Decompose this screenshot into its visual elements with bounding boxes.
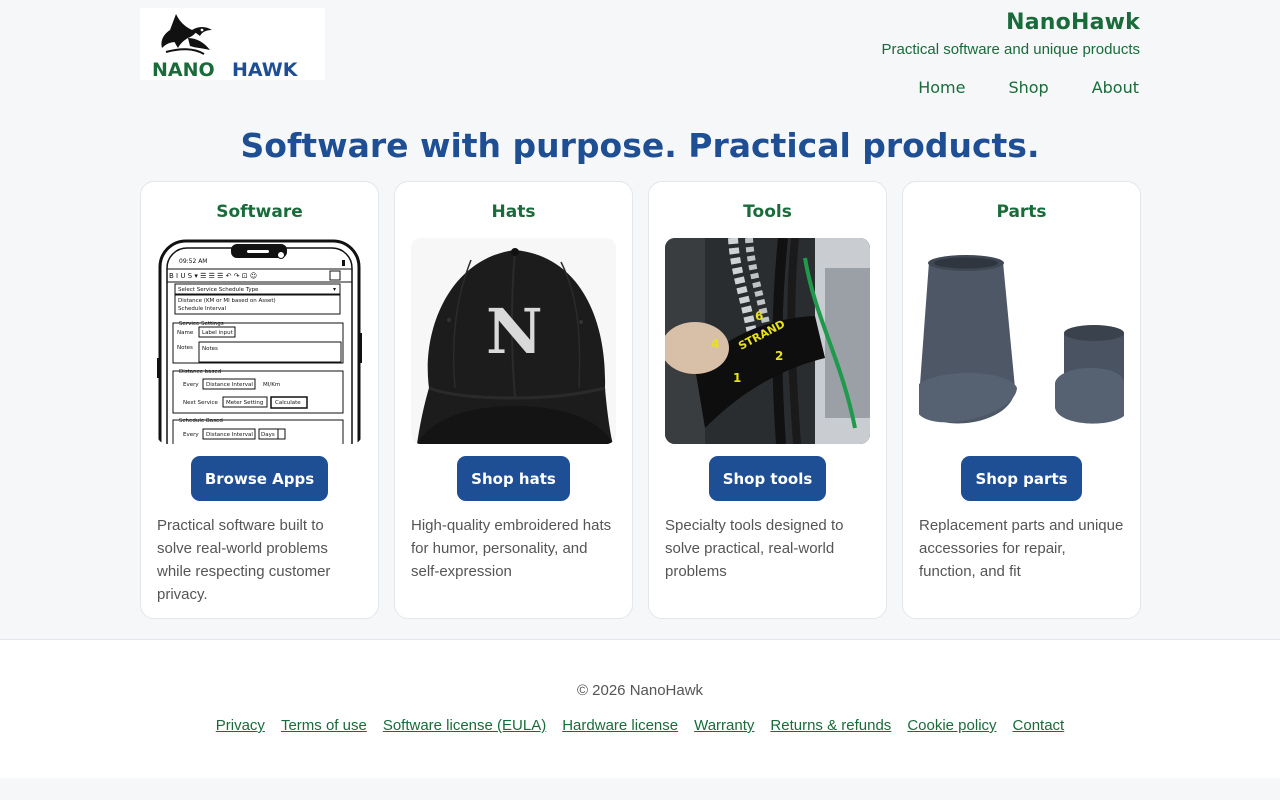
- nanohawk-logo[interactable]: NANO HAWK: [140, 8, 325, 80]
- svg-text:B I U S ▾ ☰ ☰ ☰ ↶ ↷ ⊡ ☺: B I U S ▾ ☰ ☰ ☰ ↶ ↷ ⊡ ☺: [169, 272, 257, 280]
- footer-links: Privacy Terms of use Software license (E…: [0, 717, 1280, 734]
- brand-block: NanoHawk Practical software and unique p…: [882, 10, 1140, 58]
- mockup-group-3: Schedule Based: [179, 418, 223, 424]
- card-hats: Hats N Shop hats High-quality embroidere…: [394, 181, 633, 619]
- card-description: Practical software built to solve real-w…: [157, 517, 331, 603]
- card-tools: Tools 4 6 STRAND 2 1 Shop tools Specialt…: [648, 181, 887, 619]
- footer-returns-link[interactable]: Returns & refunds: [770, 717, 891, 734]
- card-software: Software 09:52 AM B I U S ▾ ☰ ☰ ☰ ↶ ↷ ⊡ …: [140, 181, 379, 619]
- mockup-group-2: Distance based: [179, 369, 221, 375]
- card-title: Tools: [743, 202, 792, 222]
- nav-shop-link[interactable]: Shop: [1008, 78, 1049, 97]
- card-parts: Parts Shop parts Replacement parts and u…: [902, 181, 1141, 619]
- software-phone-image[interactable]: 09:52 AM B I U S ▾ ☰ ☰ ☰ ↶ ↷ ⊡ ☺ Select …: [157, 238, 362, 444]
- card-title: Software: [216, 202, 303, 222]
- mockup-notes-label: Notes: [177, 345, 193, 351]
- nav-home-link[interactable]: Home: [918, 78, 966, 97]
- mockup-name-label: Name: [177, 330, 194, 336]
- shop-hats-button[interactable]: Shop hats: [457, 456, 570, 501]
- page-container: NANO HAWK NanoHawk Practical software an…: [140, 0, 1141, 619]
- card-description: Replacement parts and unique accessories…: [919, 517, 1124, 580]
- mockup-select: Select Service Schedule Type: [178, 287, 259, 293]
- hats-image[interactable]: N: [411, 238, 616, 444]
- phone-mockup-graphic: 09:52 AM B I U S ▾ ☰ ☰ ☰ ↶ ↷ ⊡ ☺ Select …: [157, 238, 362, 444]
- footer-cookie-link[interactable]: Cookie policy: [907, 717, 996, 734]
- footer-privacy-link[interactable]: Privacy: [216, 717, 265, 734]
- copyright-text: © 2026 NanoHawk: [576, 682, 704, 699]
- tool-label-2: 2: [775, 349, 783, 363]
- mockup-distance-input-2: Distance Interval: [206, 432, 253, 438]
- card-description: Specialty tools designed to solve practi…: [665, 517, 844, 580]
- parts-image[interactable]: [919, 238, 1124, 444]
- hero-title: Software with purpose. Practical product…: [240, 126, 1040, 165]
- logo-nano-text: NANO: [152, 59, 215, 80]
- mockup-time: 09:52 AM: [179, 258, 207, 265]
- site-footer: © 2026 NanoHawk Privacy Terms of use Sof…: [0, 639, 1280, 778]
- card-title: Hats: [491, 202, 536, 222]
- category-cards: Software 09:52 AM B I U S ▾ ☰ ☰ ☰ ↶ ↷ ⊡ …: [140, 181, 1141, 619]
- mockup-days-select: Days: [261, 432, 275, 438]
- footer-contact-link[interactable]: Contact: [1013, 717, 1065, 734]
- footer-terms-link[interactable]: Terms of use: [281, 717, 367, 734]
- nav-about-link[interactable]: About: [1092, 78, 1140, 97]
- tool-label-4: 4: [711, 337, 719, 351]
- card-title: Parts: [996, 202, 1047, 222]
- mockup-unit: MI/Km: [263, 382, 280, 388]
- hawk-logo-icon: NANO HAWK: [152, 14, 299, 80]
- browse-apps-button[interactable]: Browse Apps: [190, 456, 329, 501]
- svg-text:▾: ▾: [333, 286, 336, 293]
- strand-tool-graphic: 4 6 STRAND 2 1: [665, 238, 870, 444]
- tools-image[interactable]: 4 6 STRAND 2 1: [665, 238, 870, 444]
- mockup-group-1: Service Settings: [179, 321, 224, 327]
- main-nav: Home Shop About: [918, 78, 1140, 97]
- mockup-every-label: Every: [183, 382, 199, 388]
- brand-tagline: Practical software and unique products: [881, 41, 1140, 58]
- mockup-option-1: Distance (KM or MI based on Asset): [178, 298, 276, 304]
- card-description: High-quality embroidered hats for humor,…: [411, 517, 612, 580]
- mockup-every-label-2: Every: [183, 432, 199, 438]
- brand-name: NanoHawk: [1006, 10, 1140, 35]
- site-header: NANO HAWK NanoHawk Practical software an…: [140, 0, 1140, 112]
- logo-hawk-text: HAWK: [232, 59, 299, 80]
- tool-label-1: 1: [733, 371, 741, 385]
- footer-eula-link[interactable]: Software license (EULA): [383, 717, 546, 734]
- mockup-name-input: Label input: [202, 330, 234, 336]
- tool-label-6: 6: [755, 309, 763, 323]
- grey-caps-graphic: [919, 238, 1124, 444]
- shop-parts-button[interactable]: Shop parts: [961, 456, 1082, 501]
- mockup-distance-input: Distance Interval: [206, 382, 253, 388]
- mockup-next-label: Next Service: [183, 400, 219, 406]
- shop-tools-button[interactable]: Shop tools: [708, 456, 827, 501]
- footer-hardware-license-link[interactable]: Hardware license: [562, 717, 678, 734]
- mockup-option-2: Schedule Interval: [178, 306, 227, 312]
- mockup-calc-button: Calculate: [275, 400, 301, 406]
- hat-embroidered-letter: N: [486, 295, 543, 368]
- black-cap-graphic: N: [411, 238, 616, 444]
- mockup-meter-input: Meter Setting: [226, 400, 263, 406]
- footer-warranty-link[interactable]: Warranty: [694, 717, 754, 734]
- mockup-notes-input: Notes: [202, 346, 218, 352]
